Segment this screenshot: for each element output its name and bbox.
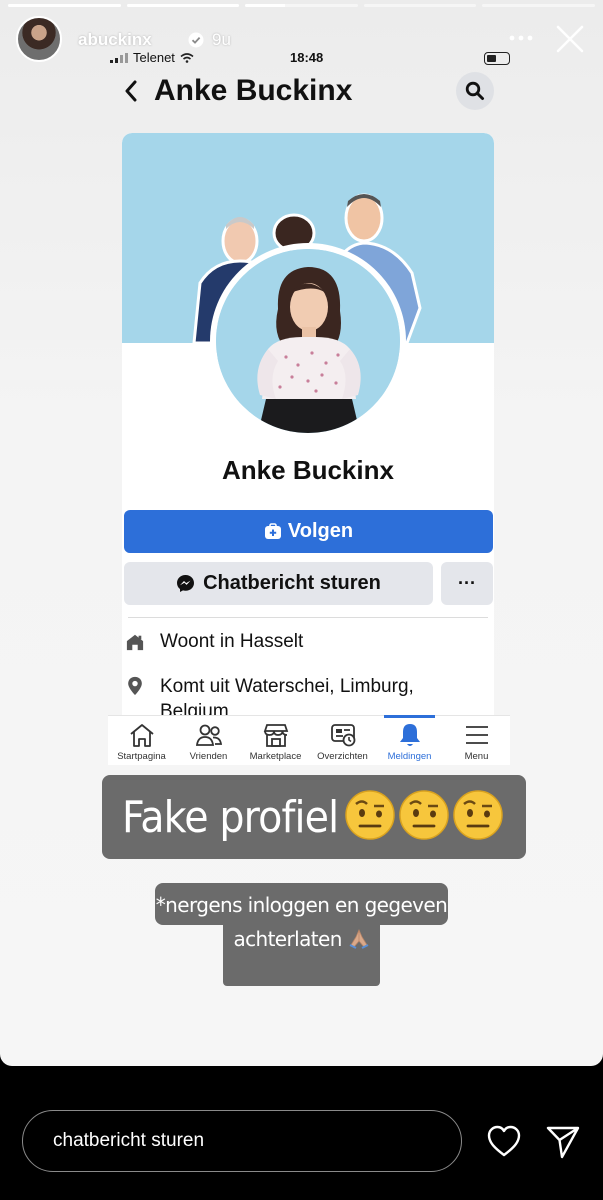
follow-label: Volgen <box>287 520 354 542</box>
profile-card: Anke Buckinx Volgen Chatbericht sturen ·… <box>122 133 494 765</box>
feeds-icon <box>330 724 355 747</box>
avatar[interactable] <box>16 16 62 62</box>
friends-icon <box>195 724 222 746</box>
nav-label: Menu <box>464 751 489 762</box>
profile-picture[interactable] <box>210 243 406 439</box>
caption-line-2: achterlaten <box>155 922 448 956</box>
caption-sticker: *nergens inloggen en gegeven achterlaten <box>155 888 448 956</box>
battery-icon <box>484 52 510 65</box>
caption-line-1: *nergens inloggen en gegeven <box>155 893 448 917</box>
follow-button[interactable]: Volgen <box>124 510 493 553</box>
fake-profile-text: Fake profiel <box>122 791 339 843</box>
reply-input[interactable]: chatbericht sturen <box>22 1110 462 1172</box>
story-username[interactable]: abuckinx <box>78 30 152 50</box>
from-prefix: Komt uit <box>160 676 235 697</box>
nav-label: Vrienden <box>189 751 228 762</box>
nav-item-menu[interactable]: Menu <box>443 716 510 765</box>
verified-badge-icon <box>188 32 204 48</box>
progress-segment <box>482 4 595 7</box>
profile-photo-illustration <box>216 249 400 433</box>
info-lives-in: Woont in Hasselt <box>124 631 484 653</box>
menu-icon <box>465 726 488 744</box>
carrier: Telenet <box>110 50 194 65</box>
story-frame: abuckinx 9u Telenet 18:48 Anke Buckinx A… <box>0 0 603 1066</box>
nav-item-friends[interactable]: Vrienden <box>175 716 242 765</box>
message-label: Chatbericht sturen <box>203 572 381 594</box>
add-follow-icon <box>264 522 281 539</box>
nav-label: Meldingen <box>387 751 432 762</box>
heart-icon[interactable] <box>486 1124 522 1158</box>
raised-eyebrow-emoji-icon <box>345 790 395 840</box>
wifi-icon <box>180 52 194 63</box>
raised-eyebrow-emoji-icon <box>399 790 449 840</box>
emoji-group <box>344 789 504 841</box>
signal-icon <box>110 52 128 63</box>
raised-eyebrow-emoji-icon <box>453 790 503 840</box>
nav-item-marketplace[interactable]: Marketplace <box>242 716 309 765</box>
nav-item-home[interactable]: Startpagina <box>108 716 175 765</box>
search-icon <box>465 81 484 100</box>
profile-name: Anke Buckinx <box>222 455 394 485</box>
nav-label: Overzichten <box>317 751 368 762</box>
story-progress <box>8 4 595 7</box>
nav-item-feeds[interactable]: Overzichten <box>309 716 376 765</box>
nav-label: Startpagina <box>117 751 166 762</box>
progress-segment <box>245 4 358 7</box>
divider <box>128 617 488 618</box>
location-pin-icon <box>128 676 142 696</box>
carrier-name: Telenet <box>133 50 175 65</box>
status-time: 18:48 <box>290 50 324 65</box>
more-actions-button[interactable]: ··· <box>441 562 493 605</box>
fake-profile-sticker: Fake profiel <box>102 775 526 859</box>
folded-hands-icon <box>349 928 368 949</box>
page-title: Anke Buckinx <box>154 74 353 107</box>
story-time: 9u <box>212 30 231 49</box>
progress-segment <box>8 4 121 7</box>
caption-line-2-text: achterlaten <box>233 927 342 951</box>
lives-in-prefix: Woont in <box>160 631 240 652</box>
progress-segment <box>363 4 477 7</box>
fb-header: Anke Buckinx <box>118 70 498 114</box>
lives-in-city[interactable]: Hasselt <box>240 631 303 652</box>
close-icon[interactable] <box>553 22 587 56</box>
more-options-icon[interactable] <box>507 28 535 48</box>
messenger-icon <box>177 575 195 592</box>
send-icon[interactable] <box>545 1124 581 1160</box>
marketplace-icon <box>263 724 288 747</box>
fb-bottom-nav: Startpagina Vrienden Marketplace Overzic… <box>108 715 510 765</box>
home-icon <box>126 634 144 651</box>
message-button[interactable]: Chatbericht sturen <box>124 562 433 605</box>
progress-segment <box>126 4 240 7</box>
home-icon <box>129 724 154 747</box>
phone-status-bar: Telenet 18:48 <box>110 48 510 68</box>
bell-icon <box>399 724 420 746</box>
back-arrow-icon[interactable] <box>122 78 140 104</box>
nav-label: Marketplace <box>249 751 302 762</box>
nav-item-notifications[interactable]: Meldingen <box>376 715 443 765</box>
search-button[interactable] <box>456 72 494 110</box>
